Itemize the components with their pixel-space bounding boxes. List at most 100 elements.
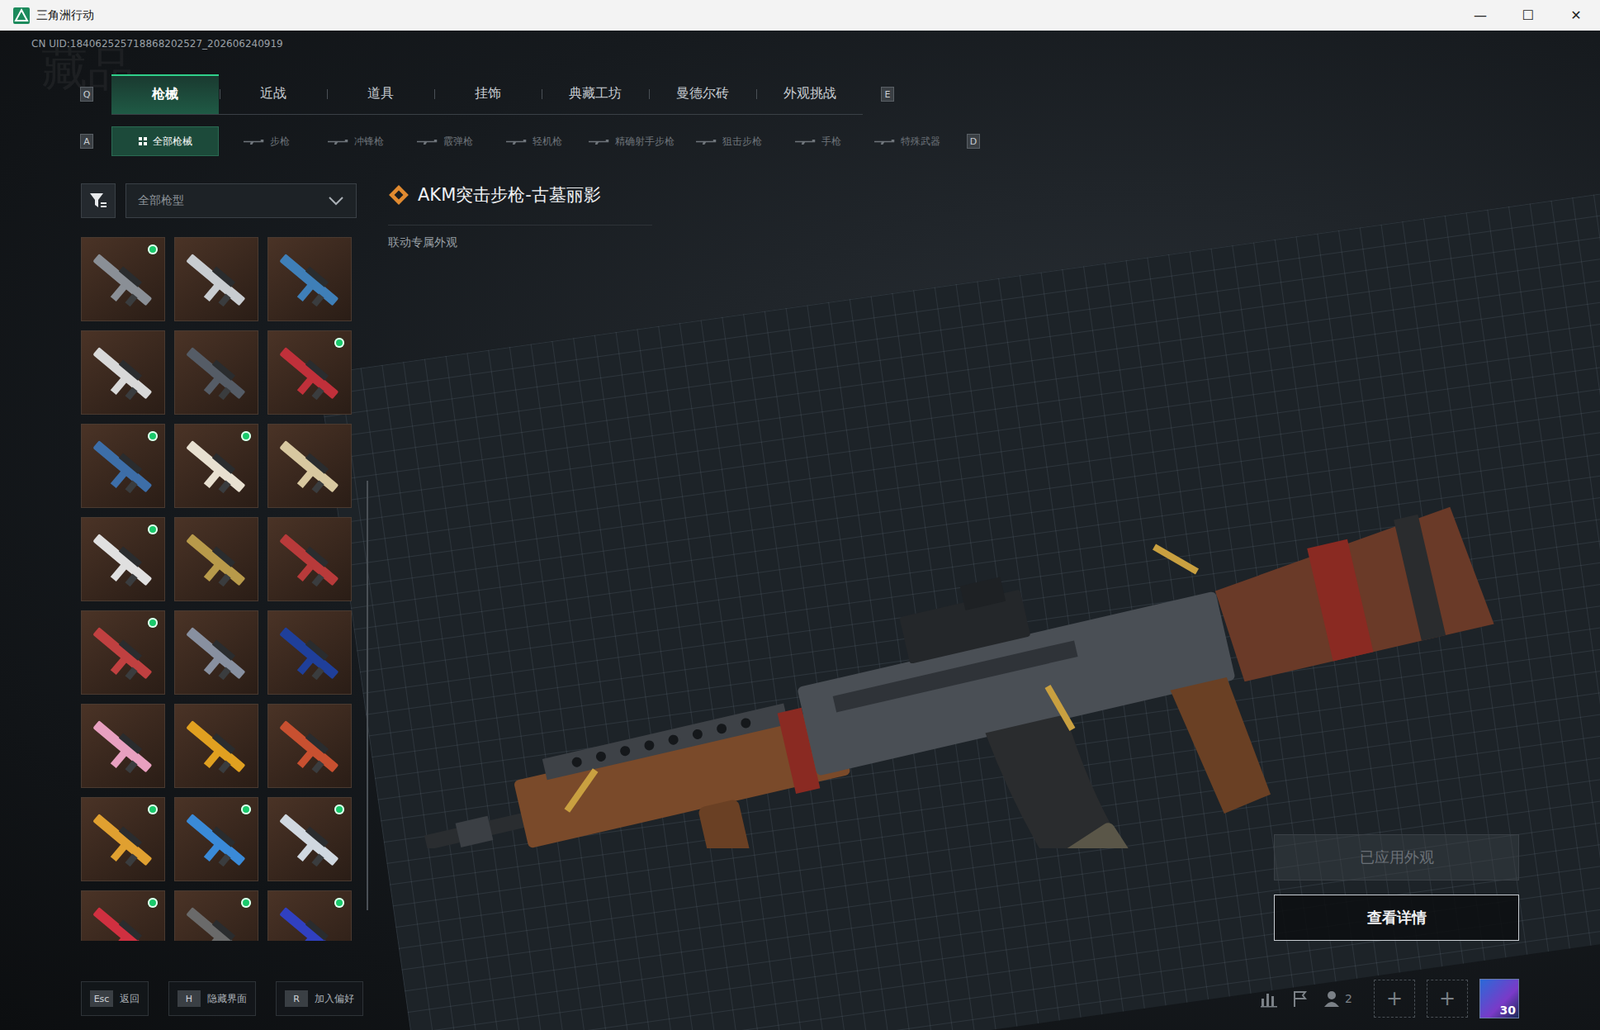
skin-thumbnail[interactable] xyxy=(80,610,166,695)
player-avatar[interactable]: 30 xyxy=(1479,978,1520,1018)
gun-icon xyxy=(243,137,266,146)
bottom-bar: Esc返回 H隐藏界面 R加入偏好 2 + +30 xyxy=(0,979,1520,1017)
window-title: 三角洲行动 xyxy=(36,8,95,24)
weapon-type-tab[interactable]: 特殊武器 xyxy=(866,126,949,157)
weapon-skin-icon xyxy=(268,704,351,787)
weapon-type-tab[interactable]: 狙击步枪 xyxy=(687,126,771,157)
category-tab[interactable]: 挂饰 xyxy=(433,74,541,114)
skin-thumbnail[interactable] xyxy=(80,889,166,941)
skin-thumbnail[interactable] xyxy=(80,330,166,415)
weapon-skin-icon xyxy=(268,610,351,694)
action-button[interactable]: 查看详情 xyxy=(1273,894,1520,941)
collection-screen: 藏品CN UID:184062525718868202527_202606240… xyxy=(0,30,1600,1030)
delta-logo-icon xyxy=(13,7,30,24)
skin-thumbnail[interactable] xyxy=(267,236,352,322)
stats-icon[interactable] xyxy=(1259,988,1279,1009)
key-hint-button[interactable]: R加入偏好 xyxy=(275,980,364,1016)
weapon-skin-icon xyxy=(175,237,258,321)
key-hint-button[interactable]: H隐藏界面 xyxy=(168,980,256,1016)
owned-dot xyxy=(241,430,251,441)
skin-thumbnail[interactable] xyxy=(80,423,166,508)
weapon-skin-icon xyxy=(175,517,258,601)
weapon-skin-icon xyxy=(81,704,165,787)
skin-name: AKM突击步枪-古墓丽影 xyxy=(417,183,602,207)
skin-thumbnail[interactable] xyxy=(80,236,166,322)
weapon-type-tab[interactable]: 全部枪械 xyxy=(111,126,219,157)
gun-icon xyxy=(695,137,718,146)
skin-thumbnail[interactable] xyxy=(267,889,352,941)
category-tab[interactable]: 曼德尔砖 xyxy=(648,74,756,114)
filter-icon xyxy=(88,190,109,211)
skin-thumbnail[interactable] xyxy=(80,796,166,881)
skin-thumbnail[interactable] xyxy=(174,796,259,881)
skin-thumbnail[interactable] xyxy=(174,703,259,788)
flag-icon[interactable] xyxy=(1290,988,1311,1009)
skin-thumbnail[interactable] xyxy=(174,236,259,322)
skin-thumbnail[interactable] xyxy=(174,423,259,508)
weapon-skin-icon xyxy=(175,331,258,414)
owned-dot xyxy=(334,804,345,815)
skin-thumbnail[interactable] xyxy=(267,796,352,881)
category-tabs: Q 枪械近战道具挂饰典藏工坊曼德尔砖外观挑战 E xyxy=(0,74,1520,114)
window-control[interactable]: — xyxy=(1456,7,1505,24)
title-bar: 三角洲行动 —☐✕ xyxy=(0,0,1600,31)
gun-icon xyxy=(506,137,528,146)
category-tab[interactable]: 外观挑战 xyxy=(755,74,863,114)
owned-dot xyxy=(334,897,345,908)
key-hint[interactable]: Q xyxy=(80,86,94,102)
filter-button[interactable] xyxy=(80,183,116,218)
category-tab[interactable]: 道具 xyxy=(326,74,434,114)
weapon-skin-icon xyxy=(268,517,351,601)
key-hint[interactable]: A xyxy=(80,133,94,149)
gun-icon xyxy=(588,137,611,146)
skin-thumbnail[interactable] xyxy=(80,516,166,602)
weapon-skin-icon xyxy=(175,610,258,694)
window-control[interactable]: ✕ xyxy=(1552,7,1600,24)
skin-thumbnail[interactable] xyxy=(174,889,259,941)
window-control[interactable]: ☐ xyxy=(1504,7,1553,24)
weapon-type-tab[interactable]: 精确射手步枪 xyxy=(582,126,682,157)
skin-thumbnail[interactable] xyxy=(267,516,352,602)
grid-icon xyxy=(137,136,148,147)
category-tab[interactable]: 近战 xyxy=(218,74,327,114)
owned-dot xyxy=(334,337,345,348)
weapon-type-tab[interactable]: 冲锋枪 xyxy=(314,126,398,157)
skin-thumbnail[interactable] xyxy=(174,330,259,415)
skin-thumbnail[interactable] xyxy=(174,516,259,602)
skin-thumbnail[interactable] xyxy=(267,703,352,788)
skin-thumbnail[interactable] xyxy=(267,423,352,508)
weapon-skin-icon xyxy=(81,331,165,414)
weapon-type-tabs: A 全部枪械 步枪 冲锋枪 霰弹枪 轻机枪 精确射手步枪 狙击步枪 手枪 特殊武… xyxy=(0,125,1520,157)
skin-tag: 联动专属外观 xyxy=(388,224,653,251)
key-hint[interactable]: E xyxy=(880,86,895,102)
weapon-type-tab[interactable]: 轻机枪 xyxy=(492,126,576,157)
gun-icon xyxy=(416,137,439,146)
action-button[interactable]: 已应用外观 xyxy=(1273,833,1520,881)
uid-label: CN UID:184062525718868202527_20260624091… xyxy=(0,35,1520,53)
category-tab[interactable]: 枪械 xyxy=(111,74,219,114)
weapon-type-tab[interactable]: 步枪 xyxy=(225,126,308,157)
invite-slot[interactable]: + xyxy=(1426,979,1468,1018)
weapon-type-dropdown[interactable]: 全部枪型 xyxy=(125,183,357,218)
weapon-skin-icon xyxy=(175,704,258,787)
weapon-type-tab[interactable]: 手枪 xyxy=(776,126,860,157)
owned-dot xyxy=(147,430,158,441)
gun-icon xyxy=(327,137,350,146)
skin-thumbnail[interactable] xyxy=(174,610,259,695)
rarity-diamond-icon xyxy=(388,184,410,206)
skin-thumbnail[interactable] xyxy=(267,330,352,415)
scrollbar[interactable] xyxy=(366,480,369,910)
key-hint-button[interactable]: Esc返回 xyxy=(80,980,149,1016)
friends-count[interactable]: 2 xyxy=(1321,988,1353,1009)
category-tab[interactable]: 典藏工坊 xyxy=(540,74,649,114)
akm-rifle-icon xyxy=(379,336,1536,848)
key-hint[interactable]: D xyxy=(966,133,980,149)
owned-dot xyxy=(147,524,158,535)
gun-icon xyxy=(795,137,817,146)
skin-thumbnail[interactable] xyxy=(267,610,352,695)
weapon-type-tab[interactable]: 霰弹枪 xyxy=(403,126,487,157)
skin-list-panel: 全部枪型 xyxy=(80,183,357,941)
owned-dot xyxy=(241,897,251,908)
skin-thumbnail[interactable] xyxy=(80,703,166,788)
invite-slot[interactable]: + xyxy=(1373,979,1416,1018)
